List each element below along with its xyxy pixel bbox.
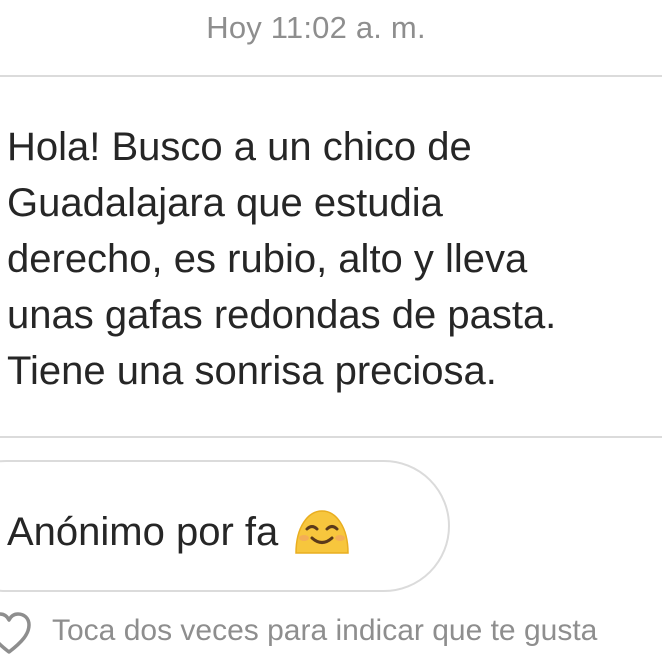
heart-icon[interactable] (0, 612, 32, 656)
message-line: derecho, es rubio, alto y lleva (7, 237, 528, 281)
message-line: Guadalajara que estudia (7, 181, 443, 225)
chat-thread: Hoy 11:02 a. m. Hola! Busco a un chico d… (0, 0, 662, 662)
smiling-face-emoji-icon (292, 509, 352, 555)
message-line: Tiene una sonrisa preciosa. (7, 349, 497, 393)
message-line: unas gafas redondas de pasta. (7, 293, 557, 337)
message-timestamp: Hoy 11:02 a. m. (206, 10, 426, 45)
like-hint-row: Toca dos veces para indicar que te gusta (0, 608, 662, 658)
message-text: Hola! Busco a un chico de Guadalajara qu… (7, 119, 556, 399)
double-tap-like-hint: Toca dos veces para indicar que te gusta (52, 614, 598, 647)
message-text: Anónimo por fa (7, 504, 352, 560)
message-line: Hola! Busco a un chico de (7, 125, 472, 169)
message-line: Anónimo por fa (7, 510, 279, 554)
